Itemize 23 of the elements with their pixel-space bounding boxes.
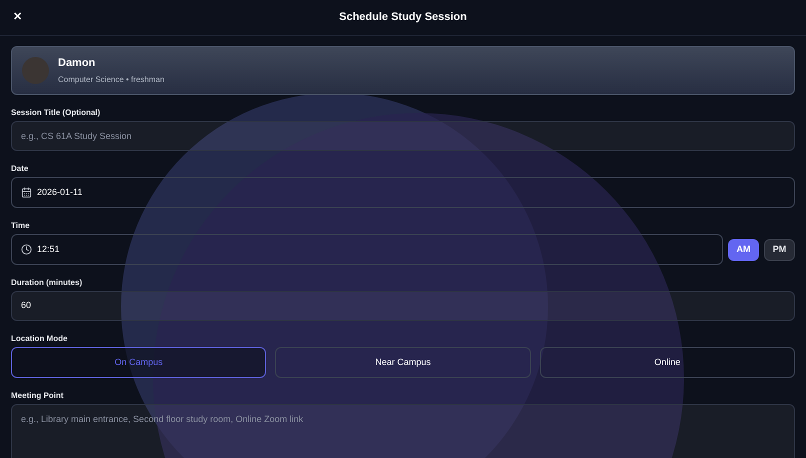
profile-subtitle: Computer Science • freshman xyxy=(58,74,164,86)
location-option[interactable]: On Campus xyxy=(11,347,266,378)
clock-icon xyxy=(21,244,32,255)
avatar xyxy=(22,57,49,84)
field-label: Session Title (Optional) xyxy=(11,108,100,118)
time-field[interactable]: 12:51 xyxy=(11,234,723,265)
title-input[interactable]: e.g., CS 61A Study Session xyxy=(11,121,795,151)
location-option[interactable]: Online xyxy=(540,347,795,378)
date-field[interactable]: 2026-01-11 xyxy=(11,177,795,208)
field-label: Time xyxy=(11,221,30,231)
calendar-icon xyxy=(21,187,32,198)
field-label: Duration (minutes) xyxy=(11,278,82,288)
field-label: Meeting Point xyxy=(11,391,64,401)
field-label: Date xyxy=(11,164,28,174)
field-label: Location Mode xyxy=(11,334,68,344)
dialog-title: Schedule Study Session xyxy=(339,10,467,26)
close-button[interactable]: ✕ xyxy=(13,9,22,26)
location-option[interactable]: Near Campus xyxy=(275,347,531,378)
period-toggle[interactable]: PM xyxy=(764,238,795,260)
profile-name: Damon xyxy=(58,56,96,72)
meeting-point-input[interactable]: e.g., Library main entrance, Second floor study room, Online Zoom link xyxy=(11,404,795,458)
period-toggle[interactable]: AM xyxy=(728,238,759,260)
duration-field[interactable]: 60 xyxy=(11,291,795,321)
